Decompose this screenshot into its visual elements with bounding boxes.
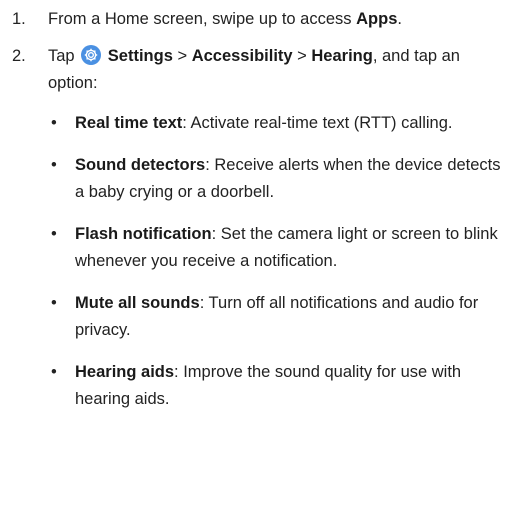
step-suffix: . <box>397 10 402 28</box>
option-term: Flash notification <box>75 225 212 243</box>
settings-label: Settings <box>107 47 173 65</box>
step-text: From a Home screen, swipe up to access <box>48 10 357 28</box>
accessibility-label: Accessibility <box>191 47 293 65</box>
separator: > <box>292 47 312 65</box>
list-item: • Real time text: Activate real-time tex… <box>0 110 523 137</box>
apps-label: Apps <box>356 10 398 28</box>
bullet-icon: • <box>51 156 57 174</box>
option-term: Mute all sounds <box>75 294 200 312</box>
bullet-icon: • <box>51 294 57 312</box>
separator: > <box>172 47 192 65</box>
list-item: • Mute all sounds: Turn off all notifica… <box>0 290 523 344</box>
bullet-icon: • <box>51 114 57 132</box>
step-2: 2. Tap Settings > Accessibility > Hearin… <box>0 43 523 97</box>
step-text: Tap <box>48 47 80 65</box>
hearing-label: Hearing <box>311 47 373 65</box>
settings-gear-icon <box>81 45 102 65</box>
step-1: 1. From a Home screen, swipe up to acces… <box>0 6 523 33</box>
option-desc: : Activate real-time text (RTT) calling. <box>182 114 453 132</box>
bullet-icon: • <box>51 363 57 381</box>
option-term: Real time text <box>75 114 183 132</box>
list-item: • Flash notification: Set the camera lig… <box>0 221 523 275</box>
instructions: 1. From a Home screen, swipe up to acces… <box>0 0 523 413</box>
list-item: • Sound detectors: Receive alerts when t… <box>0 152 523 206</box>
step-number: 2. <box>12 47 26 65</box>
option-list: • Real time text: Activate real-time tex… <box>0 110 523 413</box>
bullet-icon: • <box>51 225 57 243</box>
step-number: 1. <box>12 10 26 28</box>
option-term: Hearing aids <box>75 363 175 381</box>
list-item: • Hearing aids: Improve the sound qualit… <box>0 359 523 413</box>
option-term: Sound detectors <box>75 156 206 174</box>
